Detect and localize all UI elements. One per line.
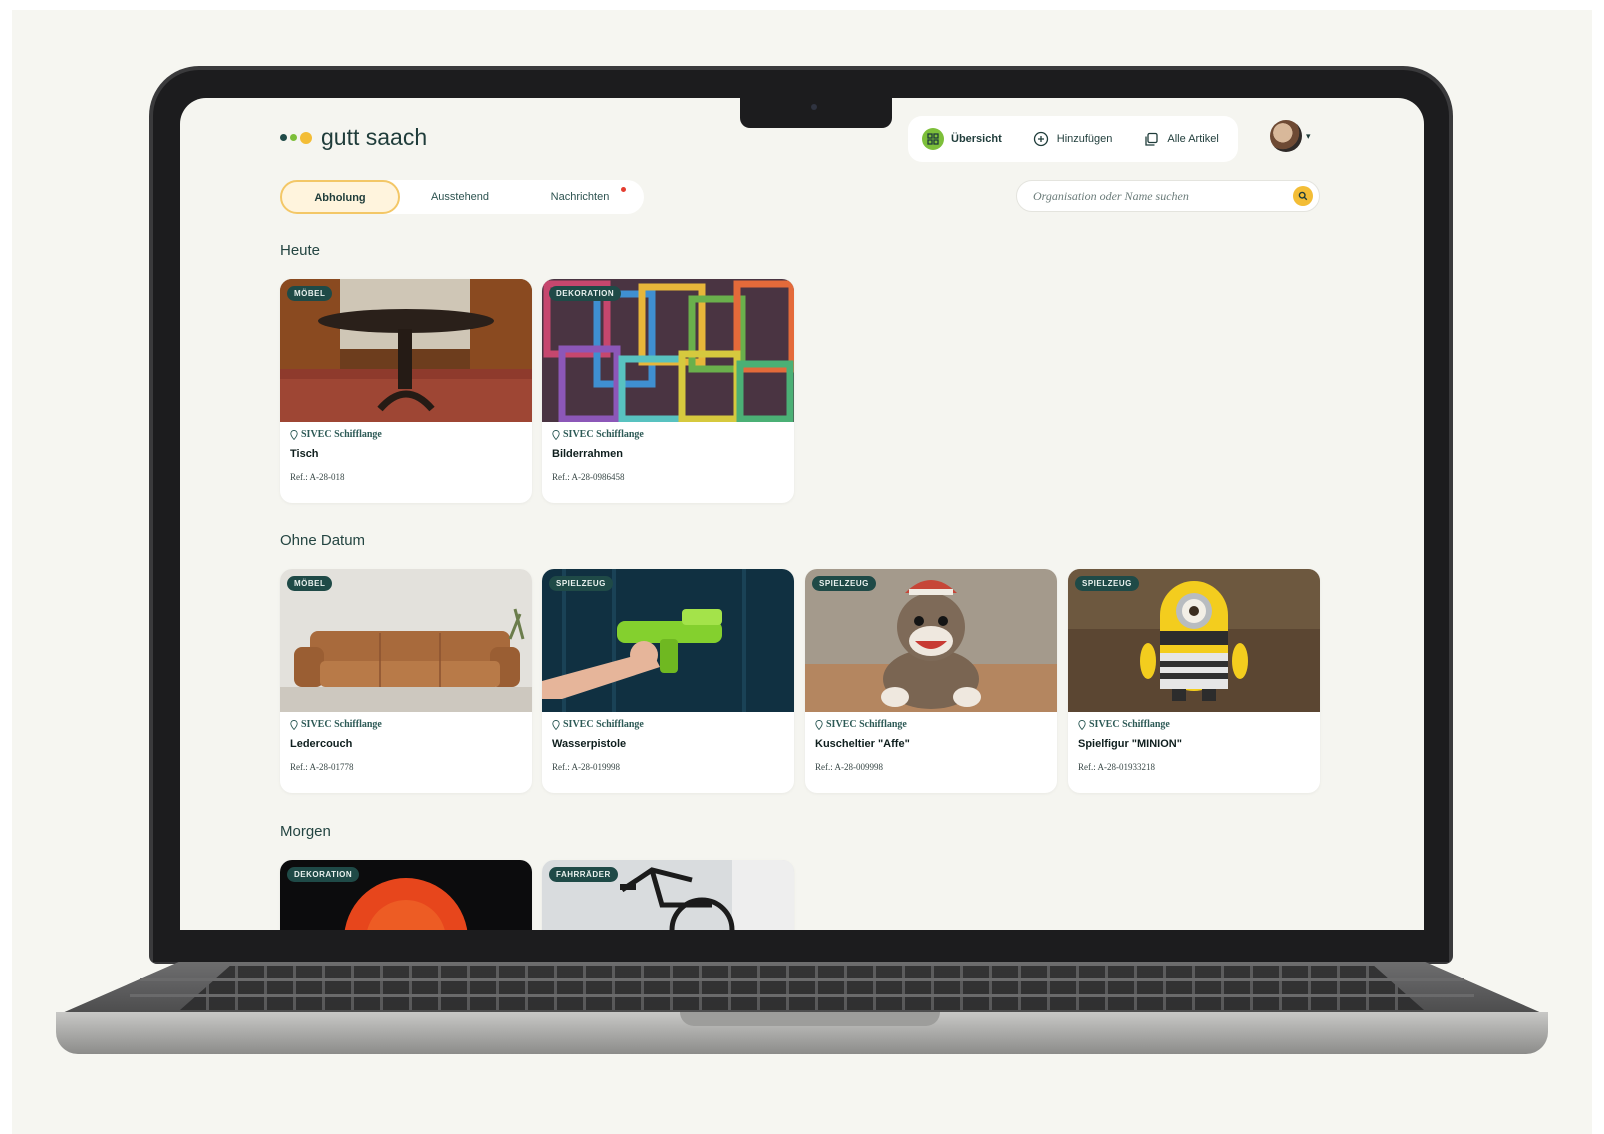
item-name: Tisch <box>290 448 319 460</box>
brand-name: gutt saach <box>321 124 428 150</box>
camera-notch <box>740 98 892 128</box>
category-badge: DEKORATION <box>287 867 360 882</box>
category-badge: MÖBEL <box>287 576 333 591</box>
tab-nachrichten[interactable]: Nachrichten <box>520 187 640 203</box>
nav-add[interactable]: Hinzufügen <box>1032 130 1113 148</box>
laptop-hinge-notch <box>680 1012 940 1026</box>
item-name: Kuscheltier "Affe" <box>815 738 910 750</box>
grid-icon <box>922 128 944 150</box>
item-location-text: SIVEC Schifflange <box>563 719 644 730</box>
item-location-text: SIVEC Schifflange <box>301 429 382 440</box>
nav-add-label: Hinzufügen <box>1056 133 1113 145</box>
item-card[interactable]: DEKORATION SIVEC Schifflange Bilderrahme… <box>542 279 794 503</box>
item-location: SIVEC Schifflange <box>815 719 907 730</box>
item-location-text: SIVEC Schifflange <box>826 719 907 730</box>
category-badge: SPIELZEUG <box>1075 576 1139 591</box>
item-name: Spielfigur "MINION" <box>1078 738 1182 750</box>
search-bar <box>1016 180 1320 212</box>
item-name: Bilderrahmen <box>552 448 623 460</box>
logo-dot <box>290 134 297 141</box>
item-card[interactable]: SPIELZEUG SIVEC Schifflange Wasserpistol… <box>542 569 794 793</box>
item-location-text: SIVEC Schifflange <box>301 719 382 730</box>
logo-dot <box>300 131 312 144</box>
tab-abholung[interactable]: Abholung <box>280 180 400 214</box>
notification-dot <box>621 187 626 192</box>
item-card[interactable]: MÖBEL SIVEC Schifflange Ledercouch Ref.:… <box>280 569 532 793</box>
location-pin-icon <box>290 429 298 440</box>
search-button[interactable] <box>1293 186 1313 206</box>
nav-overview-label: Übersicht <box>951 133 1002 145</box>
search-input[interactable] <box>1033 188 1293 204</box>
item-location: SIVEC Schifflange <box>552 719 644 730</box>
item-ref: Ref.: A-28-019998 <box>552 762 620 772</box>
location-pin-icon <box>552 429 560 440</box>
item-location: SIVEC Schifflange <box>552 429 644 440</box>
item-name: Wasserpistole <box>552 738 627 750</box>
category-badge: DEKORATION <box>549 286 622 301</box>
item-location-text: SIVEC Schifflange <box>1089 719 1170 730</box>
item-ref: Ref.: A-28-009998 <box>815 762 883 772</box>
item-name: Ledercouch <box>290 738 353 750</box>
camera-icon <box>811 104 817 110</box>
item-card[interactable]: MÖBEL SIVEC Schifflange Tisch Ref.: A-28… <box>280 279 532 503</box>
category-badge: SPIELZEUG <box>549 576 613 591</box>
tab-ausstehend[interactable]: Ausstehend <box>400 191 520 203</box>
keyboard-row <box>130 994 1474 997</box>
item-card[interactable]: SPIELZEUG SIVEC Schifflange Kuscheltier … <box>805 569 1057 793</box>
section-title-heute: Heute <box>280 242 321 259</box>
item-ref: Ref.: A-28-01933218 <box>1078 762 1155 772</box>
item-location: SIVEC Schifflange <box>1078 719 1170 730</box>
logo-dot <box>280 134 287 141</box>
nav-all-items[interactable]: Alle Artikel <box>1142 130 1219 148</box>
location-pin-icon <box>815 719 823 730</box>
item-ref: Ref.: A-28-01778 <box>290 762 354 772</box>
location-pin-icon <box>1078 719 1086 730</box>
laptop-bezel <box>153 928 1449 962</box>
laptop-screen: gutt saach Übersicht Hinzufügen Alle Art… <box>180 98 1424 930</box>
app: gutt saach Übersicht Hinzufügen Alle Art… <box>280 98 1324 930</box>
tab-bar: Abholung Ausstehend Nachrichten <box>280 180 644 214</box>
top-navigation: Übersicht Hinzufügen Alle Artikel <box>908 116 1238 162</box>
item-card[interactable]: SPIELZEUG SIVEC Schifflange Spielfigur "… <box>1068 569 1320 793</box>
nav-overview[interactable]: Übersicht <box>922 128 1002 150</box>
section-title-morgen: Morgen <box>280 823 331 840</box>
keyboard-row <box>140 978 1464 981</box>
item-card[interactable]: FAHRRÄDER <box>542 860 794 930</box>
stack-icon <box>1142 130 1160 148</box>
user-avatar[interactable] <box>1270 120 1302 152</box>
section-title-ohne-datum: Ohne Datum <box>280 532 366 549</box>
chevron-down-icon[interactable]: ▾ <box>1306 131 1311 142</box>
item-location: SIVEC Schifflange <box>290 429 382 440</box>
item-card[interactable]: DEKORATION <box>280 860 532 930</box>
laptop-keyboard <box>180 966 1424 1010</box>
search-icon <box>1298 191 1308 201</box>
item-ref: Ref.: A-28-0986458 <box>552 472 625 482</box>
category-badge: SPIELZEUG <box>812 576 876 591</box>
nav-all-items-label: Alle Artikel <box>1167 133 1219 145</box>
category-badge: MÖBEL <box>287 286 333 301</box>
brand-logo[interactable]: gutt saach <box>280 124 427 151</box>
location-pin-icon <box>552 719 560 730</box>
item-ref: Ref.: A-28-018 <box>290 472 345 482</box>
tab-nachrichten-label: Nachrichten <box>550 191 610 203</box>
plus-circle-icon <box>1032 130 1050 148</box>
item-location-text: SIVEC Schifflange <box>563 429 644 440</box>
location-pin-icon <box>290 719 298 730</box>
item-location: SIVEC Schifflange <box>290 719 382 730</box>
category-badge: FAHRRÄDER <box>549 867 618 882</box>
